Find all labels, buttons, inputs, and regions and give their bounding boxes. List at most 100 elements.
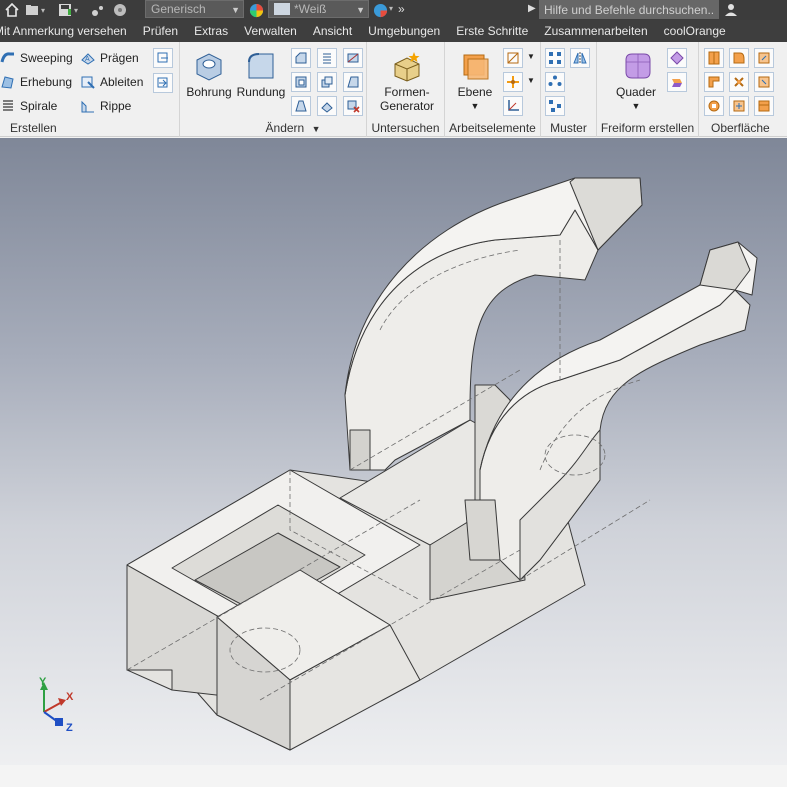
tab-erste-schritte[interactable]: Erste Schritte — [448, 20, 536, 42]
ebene-label: Ebene — [457, 85, 493, 99]
sweeping-button[interactable]: Sweeping — [0, 50, 73, 66]
chevron-down-icon: ▼ — [631, 101, 641, 111]
ableiten-button[interactable]: Ableiten — [80, 74, 143, 90]
ebene-button[interactable]: Ebene ▼ — [451, 50, 499, 113]
loft-icon — [1, 76, 14, 89]
surface-extend-icon[interactable] — [754, 48, 774, 68]
material-combo-value: Generisch — [151, 2, 206, 16]
ribbon: Sweeping Erhebung Spirale A Prägen Ablei… — [0, 42, 787, 137]
model-viewport[interactable]: Y X Z — [0, 138, 787, 765]
material-icon[interactable] — [112, 2, 128, 18]
measure-icon[interactable] — [90, 2, 106, 18]
save-dropdown-icon[interactable]: ▾ — [74, 6, 82, 15]
thread-icon[interactable] — [317, 48, 337, 68]
rippe-button[interactable]: Rippe — [80, 98, 131, 114]
ribbon-tab-bar: Mit Anmerkung versehen Prüfen Extras Ver… — [0, 20, 787, 42]
freeform-edit-icon[interactable] — [667, 48, 687, 68]
spirale-button[interactable]: Spirale — [0, 98, 57, 114]
thicken-icon[interactable] — [343, 72, 363, 92]
spirale-label: Spirale — [20, 99, 58, 113]
unwrap-icon[interactable] — [153, 48, 173, 68]
work-axis-icon[interactable] — [503, 48, 523, 68]
replace-face-icon[interactable] — [317, 96, 337, 116]
hole-icon — [196, 53, 222, 81]
chamfer-icon[interactable] — [291, 48, 311, 68]
surface-sculpt-icon[interactable] — [704, 72, 724, 92]
tab-pruefen[interactable]: Prüfen — [135, 20, 186, 42]
tab-zusammenarbeiten[interactable]: Zusammenarbeiten — [536, 20, 655, 42]
panel-title-freiform: Freiform erstellen — [600, 121, 695, 135]
panel-aendern: Bohrung Rundung Ändern ▼ — [180, 42, 367, 137]
rundung-button[interactable]: Rundung — [236, 50, 286, 99]
bohrung-button[interactable]: Bohrung — [185, 50, 233, 99]
svg-text:A: A — [85, 56, 90, 63]
work-point-dropdown-icon[interactable]: ▼ — [527, 76, 535, 85]
delete-face-icon[interactable] — [343, 96, 363, 116]
appearance-combo[interactable]: *Weiß ▼ — [268, 0, 369, 18]
color-wheel-icon[interactable] — [248, 2, 264, 18]
formen-generator-button[interactable]: Formen- Generator — [373, 50, 441, 113]
tab-coolorange[interactable]: coolOrange — [656, 20, 734, 42]
panel-title-oberflaeche: Oberfläche — [711, 121, 770, 135]
user-icon[interactable] — [723, 2, 739, 18]
help-search-placeholder: Hilfe und Befehle durchsuchen.. — [544, 2, 715, 17]
chevron-down-icon: ▼ — [356, 5, 365, 15]
help-search-input[interactable]: Hilfe und Befehle durchsuchen.. — [539, 0, 719, 19]
freeform-convert-icon[interactable] — [667, 72, 687, 92]
import-icon[interactable] — [153, 73, 173, 93]
panel-title-erstellen: Erstellen — [10, 121, 57, 135]
draft-icon[interactable] — [291, 96, 311, 116]
praegen-button[interactable]: A Prägen — [80, 50, 139, 66]
panel-title-aendern[interactable]: Ändern ▼ — [220, 121, 366, 135]
ucs-icon[interactable] — [503, 96, 523, 116]
panel-title-aendern-label: Ändern — [265, 121, 305, 135]
shape-generator-icon — [394, 52, 420, 82]
combine-icon[interactable] — [317, 72, 337, 92]
surface-boundary-icon[interactable] — [704, 96, 724, 116]
chevron-down-icon: ▼ — [470, 101, 480, 111]
split-icon[interactable] — [343, 48, 363, 68]
surface-repair-icon[interactable] — [729, 96, 749, 116]
home-icon[interactable] — [4, 2, 20, 18]
surface-trim-icon[interactable] — [729, 72, 749, 92]
rectangular-pattern-icon[interactable] — [545, 48, 565, 68]
mirror-icon[interactable] — [570, 48, 590, 68]
part-model[interactable] — [0, 138, 787, 765]
panel-oberflaeche: Oberfläche — [699, 42, 787, 137]
circular-pattern-icon[interactable] — [545, 72, 565, 92]
surface-patch-icon[interactable] — [704, 48, 724, 68]
save-icon[interactable] — [57, 2, 73, 18]
appearance-swatch-icon — [274, 3, 290, 15]
tab-extras[interactable]: Extras — [186, 20, 236, 42]
work-axis-dropdown-icon[interactable]: ▼ — [527, 52, 535, 61]
surface-delete-icon[interactable] — [754, 72, 774, 92]
appearance-adjust-icon[interactable] — [372, 2, 388, 18]
open-icon[interactable] — [24, 2, 40, 18]
material-combo[interactable]: Generisch ▼ — [145, 0, 244, 18]
search-arrow-icon: ▶ — [528, 3, 536, 14]
tab-ansicht[interactable]: Ansicht — [305, 20, 360, 42]
appearance-dropdown-icon[interactable]: ▾ — [389, 4, 397, 13]
coil-icon — [3, 100, 13, 111]
tab-umgebungen[interactable]: Umgebungen — [360, 20, 448, 42]
surface-stitch-icon[interactable] — [729, 48, 749, 68]
open-dropdown-icon[interactable]: ▾ — [41, 6, 49, 15]
tab-mit-anmerkung[interactable]: Mit Anmerkung versehen — [0, 20, 135, 42]
quader-button[interactable]: Quader ▼ — [611, 50, 661, 113]
sketch-pattern-icon[interactable] — [545, 96, 565, 116]
axis-triad — [40, 682, 66, 726]
erhebung-button[interactable]: Erhebung — [0, 74, 72, 90]
quader-label: Quader — [615, 85, 657, 99]
shell-icon[interactable] — [291, 72, 311, 92]
more-icon[interactable]: » — [398, 2, 405, 16]
tab-verwalten[interactable]: Verwalten — [236, 20, 305, 42]
surface-ruled-icon[interactable] — [754, 96, 774, 116]
axis-z-label: Z — [66, 722, 73, 734]
panel-freiform: Quader ▼ Freiform erstellen — [597, 42, 699, 137]
formen-generator-label-2: Generator — [379, 99, 435, 113]
status-bar — [0, 765, 787, 787]
freeform-box-icon — [625, 53, 651, 79]
formen-generator-label-1: Formen- — [384, 85, 430, 99]
work-point-icon[interactable] — [503, 72, 523, 92]
rib-icon — [81, 100, 94, 113]
